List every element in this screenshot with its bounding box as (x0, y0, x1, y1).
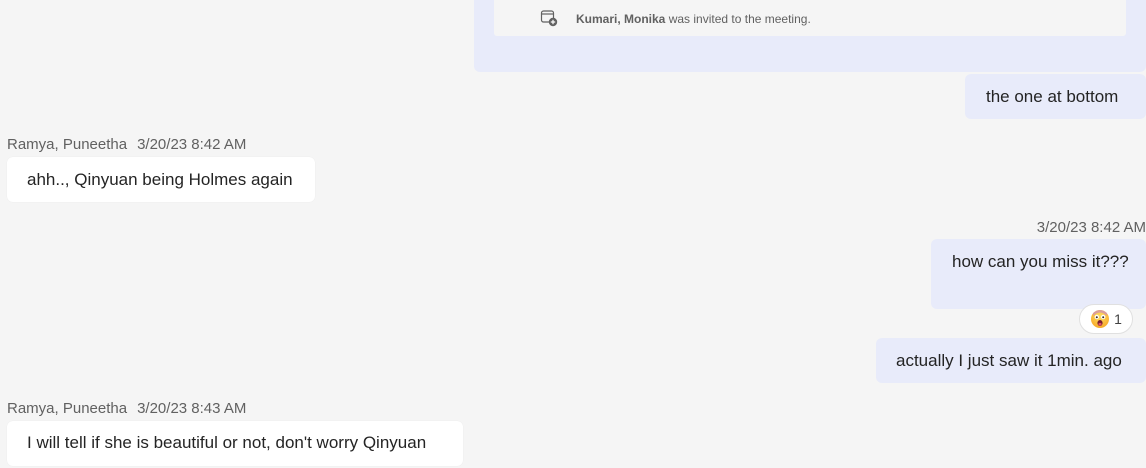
other-message-bubble[interactable]: ahh.., Qinyuan being Holmes again (7, 157, 315, 202)
meeting-invite-text: Kumari, Monika was invited to the meetin… (576, 12, 811, 26)
calendar-add-icon (540, 10, 558, 27)
own-message-bubble[interactable]: how can you miss it??? (931, 239, 1146, 309)
message-timestamp: 3/20/23 8:42 AM (137, 136, 247, 153)
invitee-name: Kumari, Monika (576, 12, 666, 26)
reaction-count: 1 (1114, 311, 1122, 327)
message-text: the one at bottom (986, 87, 1119, 106)
invite-action: was invited to the meeting. (668, 12, 811, 26)
message-text: actually I just saw it 1min. ago (896, 351, 1122, 370)
message-text: how can you miss it??? (952, 252, 1129, 271)
message-timestamp: 3/20/23 8:42 AM (1036, 219, 1146, 236)
message-text: ahh.., Qinyuan being Holmes again (27, 170, 293, 189)
message-header: Ramya, Puneetha 3/20/23 8:43 AM (7, 400, 246, 417)
message-timestamp: 3/20/23 8:43 AM (137, 400, 247, 417)
reaction-pill[interactable]: 1 (1079, 304, 1133, 334)
other-message-bubble[interactable]: I will tell if she is beautiful or not, … (7, 421, 463, 466)
message-header: Ramya, Puneetha 3/20/23 8:42 AM (7, 136, 246, 153)
sender-name[interactable]: Ramya, Puneetha (7, 400, 127, 417)
own-message-bubble[interactable]: actually I just saw it 1min. ago (876, 338, 1146, 383)
message-text: I will tell if she is beautiful or not, … (27, 433, 427, 452)
surprised-emoji-icon (1091, 310, 1110, 328)
own-message-bubble[interactable]: the one at bottom (965, 74, 1146, 119)
sender-name[interactable]: Ramya, Puneetha (7, 136, 127, 153)
